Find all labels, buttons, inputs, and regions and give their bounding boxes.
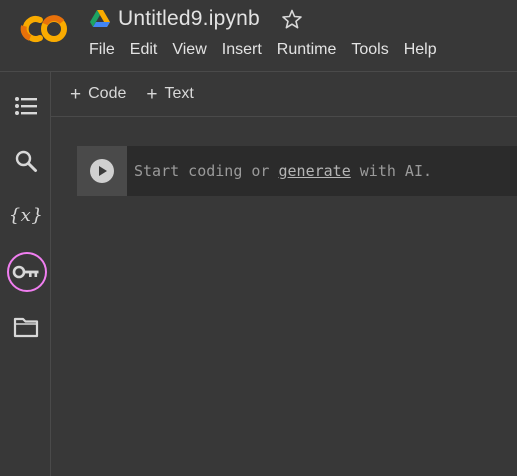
- menu-help[interactable]: Help: [404, 41, 437, 59]
- left-sidebar: {x}: [0, 72, 51, 476]
- menu-tools[interactable]: Tools: [351, 41, 388, 59]
- notebook-title[interactable]: Untitled9.ipynb: [118, 7, 260, 31]
- menu-insert[interactable]: Insert: [222, 41, 262, 59]
- title-row: Untitled9.ipynb: [90, 6, 302, 32]
- find-button[interactable]: [7, 142, 45, 180]
- search-icon: [15, 150, 37, 172]
- notebook-toolbar: + Code + Text: [51, 72, 517, 117]
- menu-view[interactable]: View: [172, 41, 206, 59]
- list-icon: [15, 97, 37, 115]
- menu-runtime[interactable]: Runtime: [277, 41, 337, 59]
- colab-logo-icon[interactable]: [18, 12, 70, 46]
- colab-window: Untitled9.ipynb File Edit View Insert Ru…: [0, 0, 517, 476]
- add-text-cell-button[interactable]: + Text: [146, 85, 193, 104]
- star-icon[interactable]: [282, 9, 302, 29]
- placeholder-text-end: with AI.: [350, 162, 433, 180]
- menu-bar: File Edit View Insert Runtime Tools Help: [89, 41, 452, 59]
- menu-edit[interactable]: Edit: [130, 41, 158, 59]
- secrets-button[interactable]: [7, 253, 45, 291]
- variables-button[interactable]: {x}: [7, 196, 45, 234]
- placeholder-text: Start coding or: [134, 162, 279, 180]
- menu-file[interactable]: File: [89, 41, 115, 59]
- key-icon: [12, 265, 39, 279]
- code-cell[interactable]: Start coding or generate with AI.: [77, 146, 517, 196]
- variables-icon: {x}: [8, 204, 44, 226]
- google-drive-icon: [90, 10, 110, 27]
- add-text-label: Text: [164, 85, 194, 102]
- play-icon: [90, 159, 114, 183]
- add-code-label: Code: [88, 85, 127, 102]
- folder-icon: [13, 317, 39, 338]
- code-editor[interactable]: Start coding or generate with AI.: [134, 162, 432, 180]
- files-button[interactable]: [7, 308, 45, 346]
- run-cell-button[interactable]: [77, 146, 127, 196]
- plus-icon: +: [70, 83, 82, 105]
- table-of-contents-button[interactable]: [7, 87, 45, 125]
- plus-icon: +: [146, 83, 158, 105]
- header: Untitled9.ipynb File Edit View Insert Ru…: [0, 0, 517, 72]
- generate-link[interactable]: generate: [279, 162, 351, 180]
- add-code-cell-button[interactable]: + Code: [70, 85, 126, 104]
- notebook-area: Start coding or generate with AI.: [51, 117, 517, 476]
